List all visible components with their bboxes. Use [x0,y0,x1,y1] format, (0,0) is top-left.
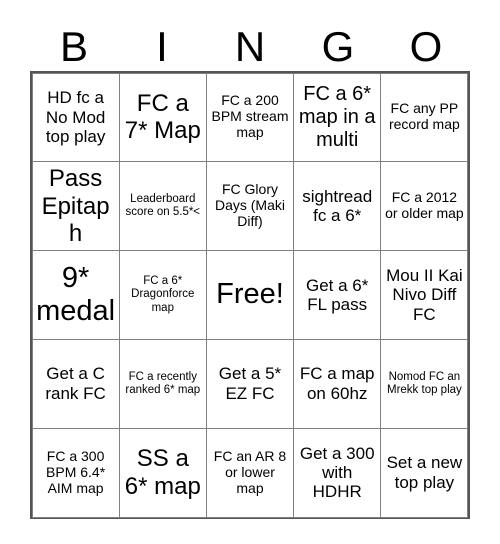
bingo-cell-label: FC an AR 8 or lower map [213,447,287,496]
bingo-cell[interactable]: 9* medal [31,250,120,340]
bingo-cell[interactable]: FC an AR 8 or lower map [205,427,295,518]
bingo-cell-label: Get a 6* FL pass [306,275,369,314]
bingo-cell-label: Get a 5* EZ FC [218,364,282,403]
header-letter-b: B [59,23,88,70]
bingo-cell-label: FC a 2012 or older map [385,189,464,222]
bingo-cell[interactable]: sightread fc a 6* [293,161,382,252]
bingo-cell[interactable]: FC a map on 60hz [293,338,382,429]
bingo-cell[interactable]: Get a C rank FC [31,338,120,429]
bingo-cell[interactable]: Get a 6* FL pass [293,250,382,340]
bingo-cell-label: FC any PP record map [388,100,460,133]
bingo-cell[interactable]: FC Glory Days (Maki Diff) [205,161,295,252]
bingo-cell[interactable]: FC a recently ranked 6* map [118,338,207,429]
header-letter-i: I [156,23,168,70]
bingo-cell-label: Leaderboard score on 5.5*< [125,193,201,219]
bingo-cell[interactable]: FC a 2012 or older map [380,161,469,252]
bingo-cell-label: Nomod FC an Mrekk top play [387,370,462,396]
bingo-header-row: B I N G O [30,12,470,70]
bingo-cell[interactable]: FC a 7* Map [118,72,207,163]
bingo-cell[interactable]: FC a 6* Dragonforce map [118,250,207,340]
bingo-cell[interactable]: HD fc a No Mod top play [31,72,120,163]
bingo-cell[interactable]: SS a 6* map [118,427,207,518]
bingo-cell-label: FC a 300 BPM 6.4* AIM map [46,447,106,496]
bingo-cell[interactable]: FC a 200 BPM stream map [205,72,295,163]
header-letter-g: G [321,23,355,70]
bingo-cell-label: FC Glory Days (Maki Diff) [214,181,285,230]
bingo-cell[interactable]: Nomod FC an Mrekk top play [380,338,469,429]
bingo-cell-label: HD fc a No Mod top play [45,88,106,147]
bingo-cell-label: Mou II Kai Nivo Diff FC [386,265,463,324]
bingo-cell[interactable]: FC a 6* map in a multi [293,72,382,163]
bingo-cell-free[interactable]: Free! [205,250,295,340]
bingo-cell[interactable]: Set a new top play [380,427,469,518]
bingo-cell-label: sightread fc a 6* [302,186,373,226]
bingo-cell[interactable]: Get a 5* EZ FC [205,338,295,429]
bingo-cell-label: Set a new top play [386,453,463,492]
bingo-cell-label: Get a 300 with HDHR [299,443,375,502]
header-letter-o: O [409,23,443,70]
bingo-cell-label: Free! [216,278,284,311]
bingo-cell-label: SS a 6* map [124,445,201,500]
bingo-cell-label: FC a 6* map in a multi [298,83,376,151]
bingo-cell[interactable]: Pass Epitaph [31,161,120,252]
bingo-cell-label: FC a 7* Map [124,90,201,145]
bingo-grid: HD fc a No Mod top play FC a 7* Map FC a 2… [30,71,470,519]
bingo-cell-label: FC a 6* Dragonforce map [131,275,195,314]
bingo-cell[interactable]: Get a 300 with HDHR [293,427,382,518]
bingo-cell-label: 9* medal [36,261,116,327]
bingo-card: B I N G O HD fc a No Mod top play FC a 7*… [0,0,500,544]
bingo-cell-label: FC a map on 60hz [299,364,375,403]
bingo-cell[interactable]: Mou II Kai Nivo Diff FC [380,250,469,340]
bingo-cell-label: FC a recently ranked 6* map [125,370,201,396]
bingo-cell[interactable]: FC any PP record map [380,72,469,163]
bingo-cell[interactable]: FC a 300 BPM 6.4* AIM map [31,427,120,518]
bingo-cell-label: Pass Epitaph [41,165,110,247]
bingo-cell[interactable]: Leaderboard score on 5.5*< [118,161,207,252]
bingo-cell-label: FC a 200 BPM stream map [211,92,289,141]
header-letter-n: N [234,23,266,70]
bingo-cell-label: Get a C rank FC [45,364,106,403]
